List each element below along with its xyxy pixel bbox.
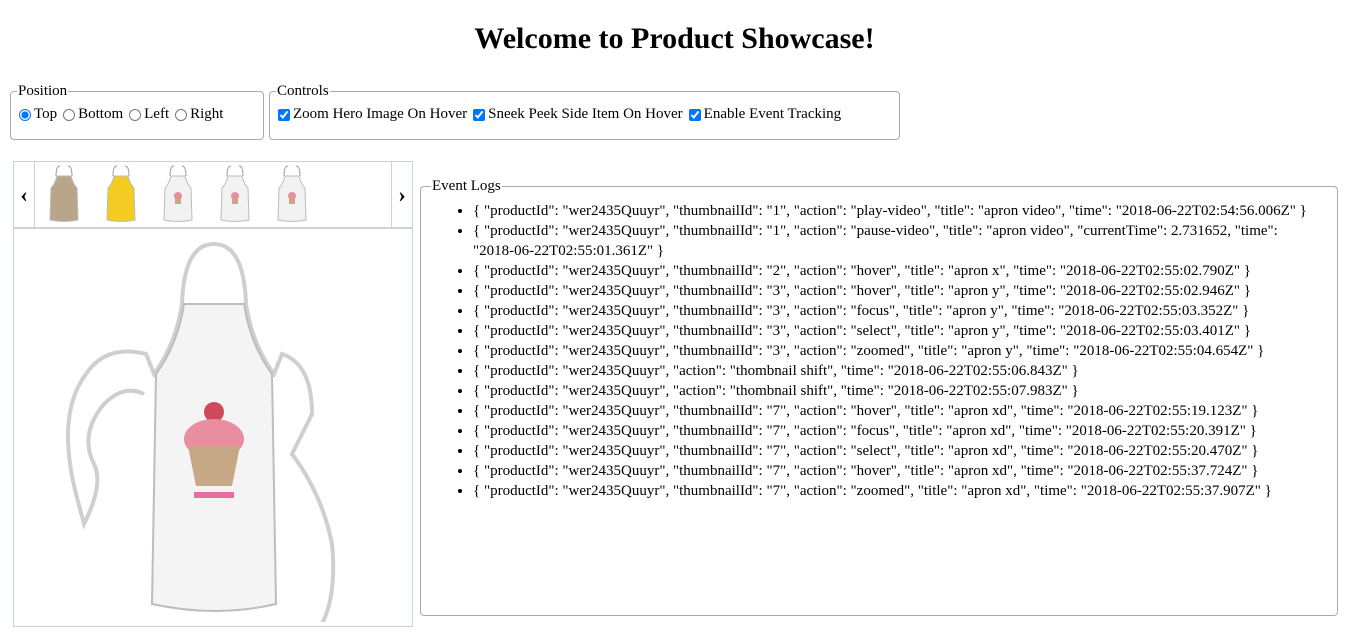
chevron-left-icon[interactable]: ‹ xyxy=(14,162,35,227)
thumbnail-2[interactable] xyxy=(99,164,143,224)
event-log-item: { "productId": "wer2435Quuyr", "thumbnai… xyxy=(473,261,1327,281)
label: Right xyxy=(190,106,224,122)
event-log-item: { "productId": "wer2435Quuyr", "thumbnai… xyxy=(473,461,1327,481)
position-fieldset: Position Top Bottom Left Right xyxy=(10,83,264,140)
checkbox-zoom-hero[interactable] xyxy=(278,108,290,121)
event-log-item: { "productId": "wer2435Quuyr", "thumbnai… xyxy=(473,441,1327,461)
page-title: Welcome to Product Showcase! xyxy=(474,22,875,55)
product-gallery: ‹ › xyxy=(13,161,413,627)
label: Bottom xyxy=(78,106,124,122)
event-log-item: { "productId": "wer2435Quuyr", "thumbnai… xyxy=(473,481,1327,501)
event-log-item: { "productId": "wer2435Quuyr", "action":… xyxy=(473,381,1327,401)
radio-bottom[interactable] xyxy=(63,108,76,121)
position-left[interactable]: Left xyxy=(127,106,169,123)
label: Left xyxy=(144,106,170,122)
checkbox-event-tracking[interactable] xyxy=(688,108,701,121)
radio-top[interactable] xyxy=(19,108,31,121)
label: Zoom Hero Image On Hover xyxy=(293,106,468,122)
event-log-item: { "productId": "wer2435Quuyr", "action":… xyxy=(473,361,1327,381)
position-legend: Position xyxy=(18,83,68,99)
controls-legend: Controls xyxy=(277,83,329,99)
thumbnail-4[interactable] xyxy=(213,164,257,224)
thumbnail-5[interactable] xyxy=(270,164,314,224)
radio-right[interactable] xyxy=(175,108,188,121)
thumbnail-strip: ‹ › xyxy=(14,162,412,229)
position-bottom[interactable]: Bottom xyxy=(61,106,123,123)
event-log-item: { "productId": "wer2435Quuyr", "thumbnai… xyxy=(473,201,1327,221)
label: Top xyxy=(34,106,58,122)
event-log-item: { "productId": "wer2435Quuyr", "thumbnai… xyxy=(473,281,1327,301)
hero-image[interactable] xyxy=(34,234,394,622)
thumbnail-1[interactable] xyxy=(42,164,86,224)
label: Enable Event Tracking xyxy=(703,106,842,122)
sneek-peek-toggle[interactable]: Sneek Peek Side Item On Hover xyxy=(471,106,683,123)
checkbox-sneek-peek[interactable] xyxy=(473,108,486,121)
event-log-item: { "productId": "wer2435Quuyr", "thumbnai… xyxy=(473,301,1327,321)
event-log-list: { "productId": "wer2435Quuyr", "thumbnai… xyxy=(431,201,1327,501)
position-right[interactable]: Right xyxy=(173,106,223,123)
event-log-item: { "productId": "wer2435Quuyr", "thumbnai… xyxy=(473,221,1327,261)
event-log-item: { "productId": "wer2435Quuyr", "thumbnai… xyxy=(473,421,1327,441)
label: Sneek Peek Side Item On Hover xyxy=(488,106,683,122)
thumbnail-3[interactable] xyxy=(156,164,200,224)
event-tracking-toggle[interactable]: Enable Event Tracking xyxy=(687,106,841,123)
radio-left[interactable] xyxy=(129,108,142,121)
position-top[interactable]: Top xyxy=(17,106,57,123)
event-log-item: { "productId": "wer2435Quuyr", "thumbnai… xyxy=(473,321,1327,341)
zoom-hero-toggle[interactable]: Zoom Hero Image On Hover xyxy=(276,106,467,123)
event-logs-fieldset: Event Logs { "productId": "wer2435Quuyr"… xyxy=(420,178,1338,616)
chevron-right-icon[interactable]: › xyxy=(391,162,412,227)
event-logs-legend: Event Logs xyxy=(432,178,501,194)
event-log-item: { "productId": "wer2435Quuyr", "thumbnai… xyxy=(473,401,1327,421)
event-log-item: { "productId": "wer2435Quuyr", "thumbnai… xyxy=(473,341,1327,361)
controls-fieldset: Controls Zoom Hero Image On Hover Sneek … xyxy=(269,83,900,140)
